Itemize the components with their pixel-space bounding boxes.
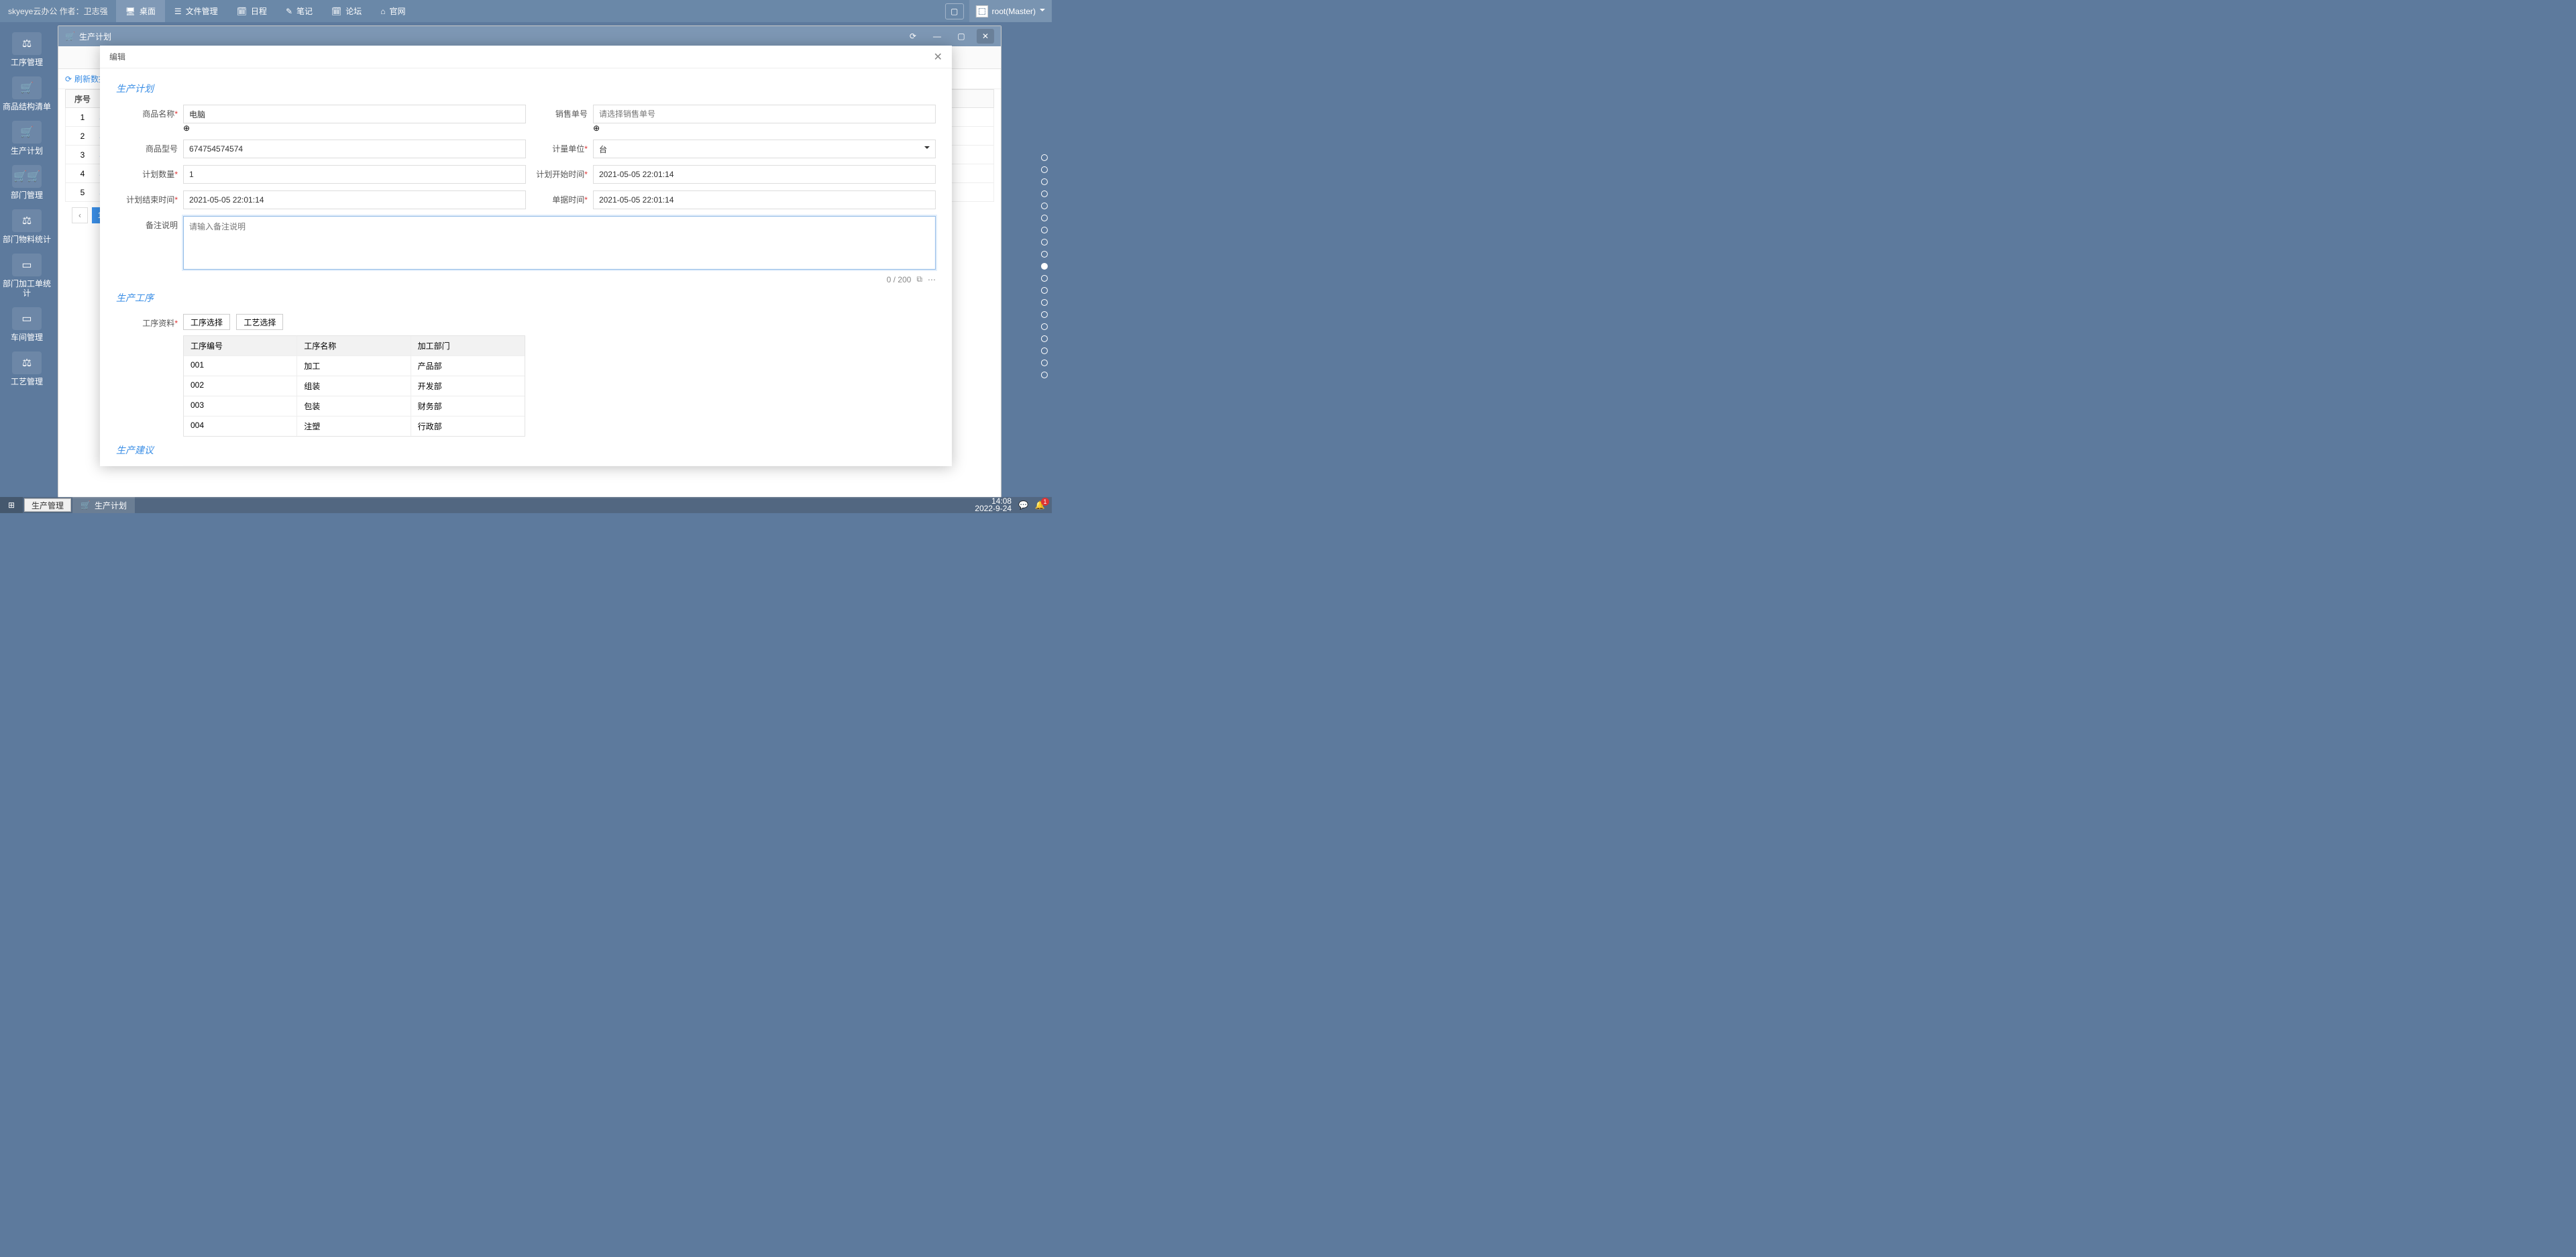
- desk-icon-prod-plan[interactable]: 🛒生产计划: [0, 121, 54, 156]
- plus-circle-icon[interactable]: ⊕: [593, 123, 600, 133]
- desktop-icon-column: ⚖工序管理 🛒商品结构清单 🛒生产计划 🛒🛒部门管理 ⚖部门物料统计 ▭部门加工…: [0, 25, 54, 396]
- nav-dot-active[interactable]: [1041, 263, 1048, 270]
- menu-desktop[interactable]: 🖥桌面: [116, 0, 165, 22]
- menu-schedule[interactable]: 🗓日程: [227, 0, 276, 22]
- window-close-icon[interactable]: ✕: [977, 29, 994, 44]
- user-menu[interactable]: root(Master): [969, 0, 1052, 22]
- col-proc-no: 工序编号: [184, 336, 297, 356]
- desk-icon-dept-workorders[interactable]: ▭部门加工单统计: [0, 254, 54, 298]
- start-button[interactable]: ⊞: [0, 497, 23, 513]
- remark-textarea[interactable]: [183, 216, 936, 270]
- desk-icon-dept-materials[interactable]: ⚖部门物料统计: [0, 209, 54, 244]
- notification-icon[interactable]: 🔔1: [1035, 500, 1045, 510]
- col-proc-name: 工序名称: [297, 336, 411, 356]
- process-table: 工序编号 工序名称 加工部门 001加工产品部 002组装开发部 003包装财务…: [183, 335, 525, 437]
- brand-text: skyeye云办公 作者：卫志强: [0, 5, 116, 17]
- modal-header: 编辑 ✕: [100, 46, 952, 68]
- copy-icon[interactable]: ⧉: [916, 274, 922, 284]
- model-field[interactable]: [183, 140, 526, 158]
- proc-row[interactable]: 002组装开发部: [184, 376, 525, 396]
- top-menu-bar: skyeye云办公 作者：卫志强 🖥桌面 ☰文件管理 🗓日程 ✎笔记 🗓论坛 ⌂…: [0, 0, 1052, 22]
- end-time-field[interactable]: [183, 190, 526, 209]
- product-name-field[interactable]: [183, 105, 526, 123]
- window-refresh-icon[interactable]: ⟳: [904, 29, 922, 44]
- sales-order-field[interactable]: [593, 105, 936, 123]
- menu-files[interactable]: ☰文件管理: [165, 0, 227, 22]
- chevron-down-icon: [924, 144, 930, 154]
- proc-row[interactable]: 004注塑行政部: [184, 416, 525, 436]
- craft-select-button[interactable]: 工艺选择: [236, 314, 283, 330]
- start-time-field[interactable]: [593, 165, 936, 184]
- right-nav-dots: [1041, 154, 1048, 378]
- menu-home[interactable]: ⌂官网: [371, 0, 415, 22]
- tray-square-icon[interactable]: ▢: [945, 3, 964, 19]
- proc-row[interactable]: 003包装财务部: [184, 396, 525, 416]
- desk-icon-craft[interactable]: ⚖工艺管理: [0, 351, 54, 386]
- chat-icon[interactable]: 💬: [1018, 500, 1028, 510]
- dots-icon[interactable]: ⋯: [928, 274, 936, 284]
- refresh-icon: ⟳: [65, 74, 72, 83]
- avatar-icon: [976, 5, 988, 17]
- section-suggest: 生产建议: [116, 443, 936, 457]
- doc-time-field[interactable]: [593, 190, 936, 209]
- modal-close-icon[interactable]: ✕: [933, 50, 942, 63]
- qty-field[interactable]: [183, 165, 526, 184]
- cart-icon: 🛒: [80, 500, 91, 510]
- window-maximize-icon[interactable]: ▢: [953, 29, 970, 44]
- desk-icon-workshop[interactable]: ▭车间管理: [0, 307, 54, 342]
- clock: 14:082022-9-24: [975, 498, 1012, 512]
- col-proc-dept: 加工部门: [411, 336, 525, 356]
- plus-circle-icon[interactable]: ⊕: [183, 123, 190, 133]
- taskbar-tab-prodplan[interactable]: 🛒生产计划: [72, 497, 135, 513]
- cart-icon: 🛒: [65, 32, 75, 41]
- edit-modal: 编辑 ✕ 生产计划 商品名称* ⊕ 销售单号 ⊕ 商品型号 计量单位* 台: [100, 46, 952, 466]
- section-process: 生产工序: [116, 291, 936, 305]
- proc-row[interactable]: 001加工产品部: [184, 356, 525, 376]
- proc-select-button[interactable]: 工序选择: [183, 314, 230, 330]
- char-counter: 0 / 200⧉⋯: [183, 274, 936, 284]
- modal-title: 编辑: [109, 51, 125, 62]
- window-titlebar[interactable]: 🛒生产计划 ⟳ — ▢ ✕: [58, 26, 1001, 46]
- col-index: 序号: [66, 93, 99, 104]
- taskbar: ⊞ 生产管理 🛒生产计划 14:082022-9-24 💬 🔔1: [0, 497, 1052, 513]
- desk-icon-dept-mgmt[interactable]: 🛒🛒部门管理: [0, 165, 54, 200]
- desk-icon-bom[interactable]: 🛒商品结构清单: [0, 76, 54, 111]
- window-minimize-icon[interactable]: —: [928, 29, 946, 44]
- menu-forum[interactable]: 🗓论坛: [322, 0, 371, 22]
- pager-prev[interactable]: ‹: [72, 207, 88, 223]
- nav-dot[interactable]: [1041, 154, 1048, 161]
- taskbar-segment[interactable]: 生产管理: [24, 498, 71, 512]
- unit-select[interactable]: 台: [593, 140, 936, 158]
- notification-badge: 1: [1041, 498, 1049, 506]
- menu-notes[interactable]: ✎笔记: [276, 0, 322, 22]
- section-plan: 生产计划: [116, 82, 936, 95]
- chevron-down-icon: [1040, 6, 1045, 15]
- desk-icon-process-mgmt[interactable]: ⚖工序管理: [0, 32, 54, 67]
